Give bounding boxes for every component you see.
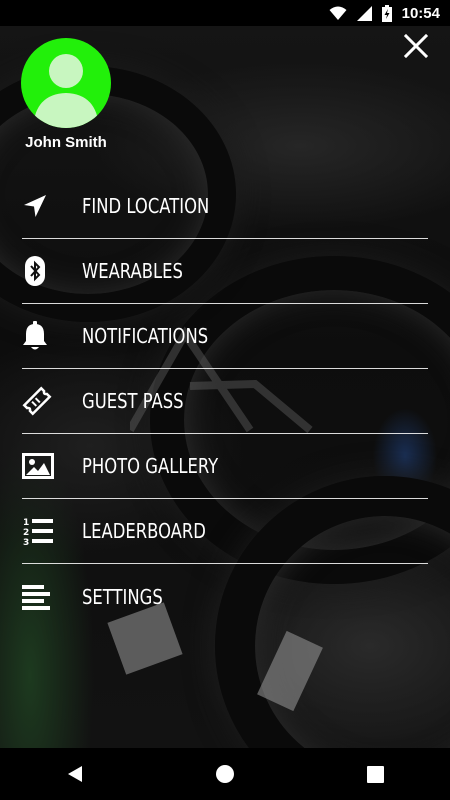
menu-item-label: WEARABLES: [82, 259, 183, 283]
menu-item-settings[interactable]: SETTINGS: [22, 564, 428, 629]
bell-icon: [22, 321, 64, 351]
menu-item-leaderboard[interactable]: 1 2 3 LEADERBOARD: [22, 499, 428, 564]
menu-item-photo-gallery[interactable]: PHOTO GALLERY: [22, 434, 428, 499]
home-button[interactable]: [205, 754, 245, 794]
settings-lines-icon: [22, 582, 64, 612]
menu-item-find-location[interactable]: FIND LOCATION: [22, 174, 428, 239]
menu-item-label: NOTIFICATIONS: [82, 324, 209, 348]
menu-item-label: GUEST PASS: [82, 389, 184, 413]
back-icon: [68, 766, 82, 782]
recents-button[interactable]: [355, 754, 395, 794]
wifi-icon: [329, 6, 347, 20]
cell-signal-icon: [356, 5, 372, 21]
system-nav-bar: [0, 748, 450, 800]
person-icon: [33, 54, 99, 128]
svg-text:3: 3: [23, 538, 29, 546]
ranked-list-icon: 1 2 3: [22, 516, 64, 546]
recents-icon: [366, 765, 384, 783]
bluetooth-icon: [22, 256, 64, 286]
ticket-icon: [22, 386, 64, 416]
close-icon[interactable]: [404, 34, 428, 58]
avatar[interactable]: [21, 38, 111, 128]
menu-item-guest-pass[interactable]: GUEST PASS: [22, 369, 428, 434]
profile-name: John Smith: [25, 134, 107, 151]
svg-text:1: 1: [23, 518, 29, 528]
svg-text:2: 2: [23, 528, 29, 538]
menu-item-wearables[interactable]: WEARABLES: [22, 239, 428, 304]
home-icon: [216, 765, 234, 783]
navigation-arrow-icon: [22, 191, 64, 221]
menu-item-notifications[interactable]: NOTIFICATIONS: [22, 304, 428, 369]
menu-item-label: FIND LOCATION: [82, 194, 210, 218]
status-time: 10:54: [401, 4, 440, 22]
drawer-menu: FIND LOCATION WEARABLES NOTIFICATIONS GU…: [22, 174, 428, 629]
status-bar: 10:54: [0, 0, 450, 26]
back-button[interactable]: [55, 754, 95, 794]
menu-item-label: SETTINGS: [82, 584, 163, 609]
menu-item-label: PHOTO GALLERY: [82, 454, 219, 478]
image-icon: [22, 451, 64, 481]
menu-item-label: LEADERBOARD: [82, 519, 206, 543]
battery-charging-icon: [381, 4, 392, 22]
